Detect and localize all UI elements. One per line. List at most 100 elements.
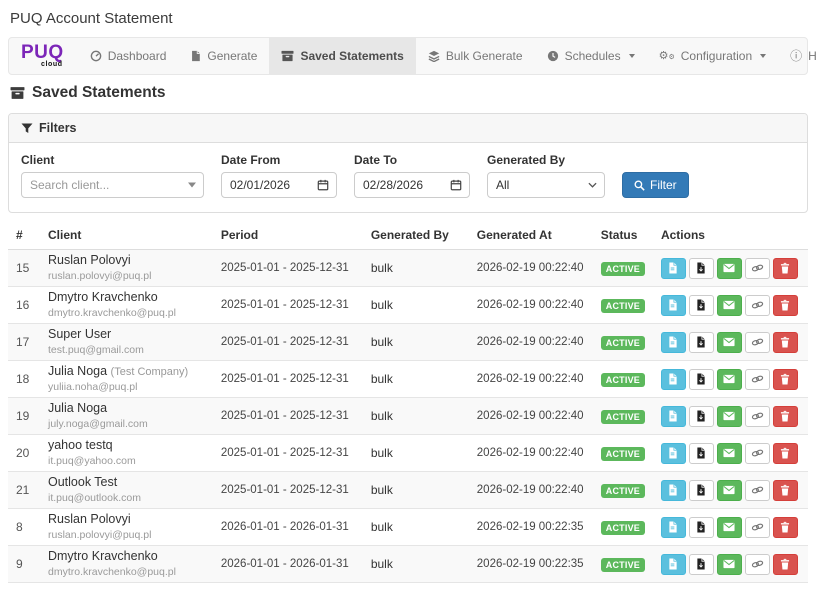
download-pdf-button[interactable] (661, 295, 686, 316)
download-pdf-button[interactable] (661, 406, 686, 427)
save-file-button[interactable] (689, 332, 714, 353)
date-from-label: Date From (221, 153, 337, 167)
status-badge: ACTIVE (601, 447, 645, 461)
nav-item-saved-statements[interactable]: Saved Statements (269, 38, 415, 74)
statement-id: 17 (8, 324, 40, 361)
file-download-icon (668, 447, 678, 459)
copy-link-button[interactable] (745, 369, 770, 390)
client-label: Client (21, 153, 204, 167)
download-pdf-button[interactable] (661, 332, 686, 353)
email-button[interactable] (717, 369, 742, 390)
delete-button[interactable] (773, 480, 798, 501)
file-download-icon (668, 373, 678, 385)
delete-button[interactable] (773, 369, 798, 390)
copy-link-button[interactable] (745, 295, 770, 316)
calendar-icon[interactable] (450, 179, 462, 191)
chevron-down-icon (188, 183, 196, 188)
copy-link-button[interactable] (745, 332, 770, 353)
save-file-button[interactable] (689, 258, 714, 279)
client-email: test.puq@gmail.com (48, 344, 205, 356)
brand-logo[interactable]: PUQ cloud (9, 38, 78, 74)
gears-icon: ⚙⚙ (659, 51, 675, 62)
download-pdf-button[interactable] (661, 554, 686, 575)
nav-item-dashboard[interactable]: Dashboard (78, 38, 179, 74)
statement-period: 2025-01-01 - 2025-12-31 (213, 361, 363, 398)
file-save-icon (696, 484, 706, 496)
link-icon (751, 559, 764, 569)
save-file-button[interactable] (689, 369, 714, 390)
chevron-down-icon (588, 182, 597, 188)
copy-link-button[interactable] (745, 258, 770, 279)
copy-link-button[interactable] (745, 554, 770, 575)
save-file-button[interactable] (689, 554, 714, 575)
email-button[interactable] (717, 406, 742, 427)
nav-item-bulk-generate[interactable]: Bulk Generate (416, 38, 535, 74)
nav-item-configuration[interactable]: ⚙⚙ Configuration (647, 38, 779, 74)
delete-button[interactable] (773, 406, 798, 427)
delete-button[interactable] (773, 554, 798, 575)
delete-button[interactable] (773, 517, 798, 538)
nav-item-generate[interactable]: Generate (178, 38, 269, 74)
filter-funnel-icon (21, 123, 33, 134)
generated-by-value: bulk (363, 361, 469, 398)
table-row: 9 Dmytro Kravchenko dmytro.kravchenko@pu… (8, 546, 808, 583)
copy-link-button[interactable] (745, 517, 770, 538)
table-row: 18 Julia Noga (Test Company) yuliia.noha… (8, 361, 808, 398)
email-button[interactable] (717, 258, 742, 279)
client-name: Julia Noga (48, 402, 205, 416)
email-button[interactable] (717, 517, 742, 538)
table-row: 19 Julia Noga july.noga@gmail.com 2025-0… (8, 398, 808, 435)
clock-icon (547, 50, 559, 62)
file-download-icon (668, 484, 678, 496)
envelope-icon (723, 485, 735, 495)
delete-button[interactable] (773, 443, 798, 464)
email-button[interactable] (717, 295, 742, 316)
file-save-icon (696, 373, 706, 385)
nav-item-schedules[interactable]: Schedules (535, 38, 647, 74)
email-button[interactable] (717, 480, 742, 501)
client-email: ruslan.polovyi@puq.pl (48, 270, 205, 282)
filter-button[interactable]: Filter (622, 172, 689, 198)
copy-link-button[interactable] (745, 480, 770, 501)
statement-id: 19 (8, 398, 40, 435)
client-name: Ruslan Polovyi (48, 513, 205, 527)
client-name: Dmytro Kravchenko (48, 550, 205, 564)
nav-item-help[interactable]: ⓘ Help (778, 38, 816, 74)
download-pdf-button[interactable] (661, 369, 686, 390)
calendar-icon[interactable] (317, 179, 329, 191)
statement-id: 9 (8, 546, 40, 583)
download-pdf-button[interactable] (661, 480, 686, 501)
nav-label: Schedules (565, 49, 621, 63)
copy-link-button[interactable] (745, 406, 770, 427)
client-select[interactable]: Search client... (21, 172, 204, 198)
download-pdf-button[interactable] (661, 517, 686, 538)
date-from-input[interactable] (230, 178, 328, 192)
date-to-input[interactable] (363, 178, 461, 192)
brand-sub: cloud (41, 61, 63, 68)
statements-table: # Client Period Generated By Generated A… (8, 222, 808, 583)
save-file-button[interactable] (689, 480, 714, 501)
client-name: Outlook Test (48, 476, 205, 490)
download-pdf-button[interactable] (661, 443, 686, 464)
save-file-button[interactable] (689, 517, 714, 538)
generated-by-value: bulk (363, 435, 469, 472)
copy-link-button[interactable] (745, 443, 770, 464)
trash-icon (780, 336, 790, 348)
download-pdf-button[interactable] (661, 258, 686, 279)
table-row: 16 Dmytro Kravchenko dmytro.kravchenko@p… (8, 287, 808, 324)
email-button[interactable] (717, 332, 742, 353)
delete-button[interactable] (773, 258, 798, 279)
delete-button[interactable] (773, 295, 798, 316)
save-file-button[interactable] (689, 406, 714, 427)
generated-by-select[interactable]: All (487, 172, 605, 198)
email-button[interactable] (717, 554, 742, 575)
filters-panel-header: Filters (9, 114, 807, 143)
archive-icon (10, 86, 25, 100)
save-file-button[interactable] (689, 443, 714, 464)
generated-at-value: 2026-02-19 00:22:40 (469, 361, 593, 398)
filters-panel: Filters Client Search client... Date Fro… (8, 113, 808, 213)
delete-button[interactable] (773, 332, 798, 353)
link-icon (751, 448, 764, 458)
email-button[interactable] (717, 443, 742, 464)
save-file-button[interactable] (689, 295, 714, 316)
